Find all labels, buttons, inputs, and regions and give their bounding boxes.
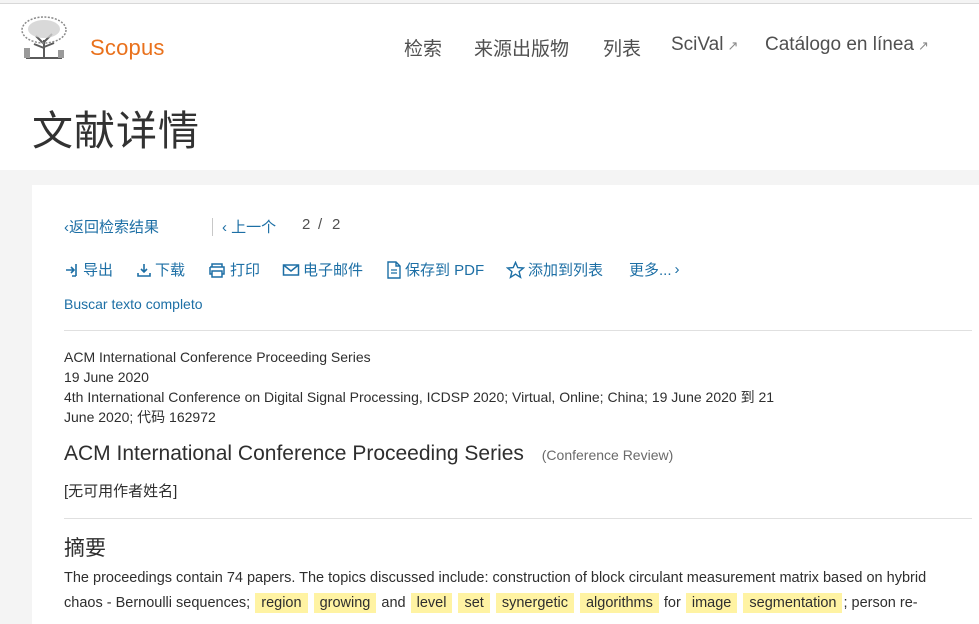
nav-catalog[interactable]: Catálogo en línea ↗ — [765, 34, 929, 56]
abstract-line: chaos - Bernoulli sequences; region grow… — [64, 591, 944, 616]
chevron-left-icon: ‹ — [222, 219, 232, 236]
highlight-term: region — [255, 592, 308, 613]
highlight-term: synergetic — [495, 592, 574, 613]
highlight-term: level — [410, 592, 453, 613]
more-button[interactable]: 更多... › — [629, 259, 680, 280]
divider — [64, 518, 972, 519]
site-header: Scopus 检索 来源出版物 列表 SciVal ↗ Catálogo en l… — [0, 3, 979, 170]
save-pdf-label: 保存到 PDF — [405, 262, 485, 279]
back-to-results-link[interactable]: ‹返回检索结果 — [64, 216, 159, 237]
envelope-icon — [282, 263, 300, 276]
document-title-text: ACM International Conference Proceeding … — [64, 442, 524, 465]
add-to-list-button[interactable]: 添加到列表 — [506, 259, 603, 280]
export-icon — [66, 263, 77, 277]
abstract-fragment: chaos - Bernoulli sequences; — [64, 594, 251, 611]
authors: [无可用作者姓名] — [64, 483, 178, 500]
star-icon — [506, 260, 525, 279]
highlight-term: segmentation — [743, 592, 843, 613]
publication-date: 19 June 2020 — [64, 369, 149, 385]
save-pdf-button[interactable]: 保存到 PDF — [386, 259, 484, 280]
email-label: 电子邮件 — [303, 262, 364, 279]
previous-link[interactable]: ‹ 上一个 — [222, 216, 276, 237]
highlight-term: algorithms — [579, 592, 659, 613]
email-button[interactable]: 电子邮件 — [282, 259, 363, 280]
highlight-term: growing — [313, 592, 377, 613]
pdf-icon — [387, 260, 401, 279]
external-link-icon: ↗ — [917, 38, 929, 53]
divider — [212, 218, 213, 236]
external-link-icon: ↗ — [727, 38, 739, 53]
chevron-right-icon: › — [674, 261, 680, 278]
export-label: 导出 — [83, 262, 114, 279]
download-label: 下载 — [155, 262, 186, 279]
nav-scival-label: SciVal — [671, 34, 724, 55]
divider — [64, 330, 972, 331]
pager-slash: / — [318, 216, 323, 233]
document-type: (Conference Review) — [541, 447, 674, 463]
abstract-line: The proceedings contain 74 papers. The t… — [64, 570, 927, 586]
nav-scival[interactable]: SciVal ↗ — [671, 34, 738, 56]
conference-info-line2: June 2020; 代码 162972 — [64, 409, 216, 425]
download-button[interactable]: 下载 — [136, 259, 185, 280]
main-nav: 检索 来源出版物 列表 SciVal ↗ Catálogo en línea ↗ — [0, 34, 979, 64]
printer-icon — [209, 262, 225, 278]
more-label: 更多... — [629, 262, 672, 279]
highlight-term: image — [685, 592, 738, 613]
document-card: ‹返回检索结果 ‹ 上一个 2 / 2 导出 下载 打印 电子邮件 保存到 PD… — [32, 185, 979, 624]
pager-current: 2 — [302, 216, 311, 233]
abstract-text: The proceedings contain 74 papers. The t… — [64, 566, 944, 615]
print-button[interactable]: 打印 — [207, 259, 260, 280]
pager-total: 2 — [332, 216, 341, 233]
conference-info-line1: 4th International Conference on Digital … — [64, 389, 775, 405]
add-to-list-label: 添加到列表 — [528, 262, 604, 279]
publication-meta: ACM International Conference Proceeding … — [64, 347, 944, 427]
page-title: 文献详情 — [32, 108, 200, 154]
document-title: ACM International Conference Proceeding … — [64, 442, 673, 466]
full-text-link[interactable]: Buscar texto completo — [64, 296, 203, 312]
abstract-heading: 摘要 — [64, 537, 106, 560]
export-button[interactable]: 导出 — [64, 259, 113, 280]
abstract-fragment: and — [381, 594, 406, 611]
back-label: 返回检索结果 — [69, 219, 160, 236]
abstract-fragment: for — [663, 594, 681, 611]
nav-lists[interactable]: 列表 — [603, 34, 641, 61]
series-name: ACM International Conference Proceeding … — [64, 349, 371, 365]
previous-label: 上一个 — [231, 219, 277, 236]
highlight-term: set — [458, 592, 490, 613]
download-icon — [137, 263, 151, 277]
nav-sources[interactable]: 来源出版物 — [474, 34, 569, 61]
nav-catalog-label: Catálogo en línea — [765, 34, 914, 55]
abstract-fragment: ; person re- — [843, 594, 918, 611]
nav-search[interactable]: 检索 — [404, 34, 442, 61]
print-label: 打印 — [230, 262, 261, 279]
